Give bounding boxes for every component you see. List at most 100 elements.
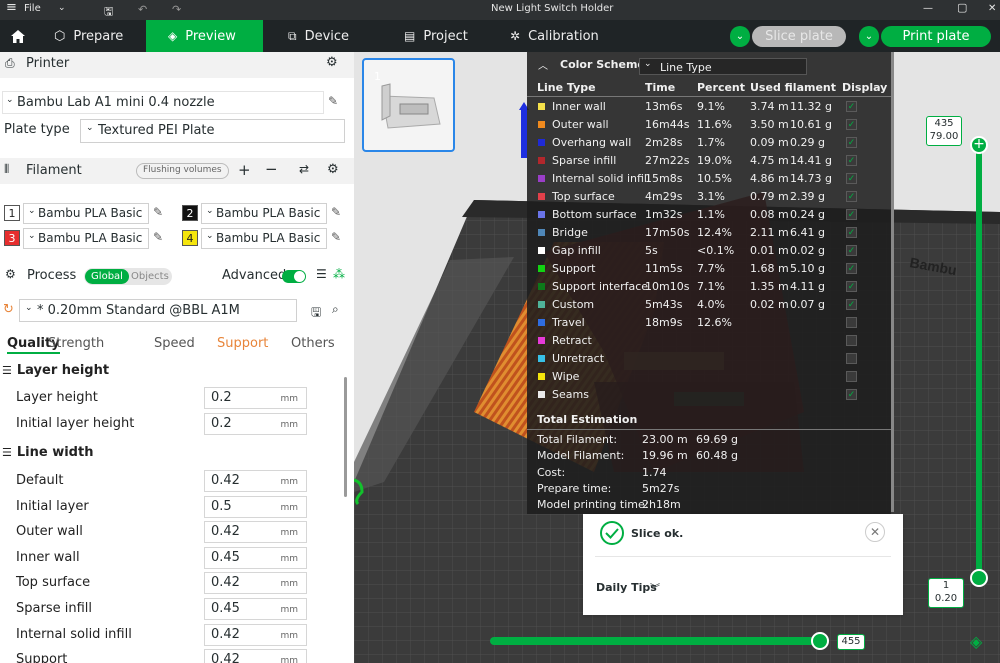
filament-slot-number[interactable]: 3 (4, 230, 20, 246)
print-plate-button[interactable]: Print plate (881, 26, 991, 47)
display-checkbox[interactable] (846, 353, 857, 364)
process-tabs: Quality Strength Speed Support Others (0, 332, 354, 356)
remove-filament-icon[interactable]: − (265, 160, 278, 178)
layer-slider-top-handle[interactable]: + (970, 136, 988, 154)
edit-icon[interactable]: ✎ (153, 205, 163, 219)
slice-options-button[interactable]: ⌄ (730, 26, 750, 47)
param-input[interactable]: 0.42 mm (204, 521, 307, 544)
objects-option[interactable]: Objects (131, 269, 169, 284)
process-tab[interactable]: Others (291, 336, 335, 351)
filament-slot-number[interactable]: 1 (4, 205, 20, 221)
process-tab[interactable]: Speed (154, 336, 195, 351)
layers-toggle-icon[interactable]: ◈ (970, 632, 982, 651)
close-icon[interactable]: ✕ (865, 522, 885, 542)
collapse-icon[interactable]: ︿ (538, 57, 548, 72)
display-checkbox[interactable]: ✓ (846, 191, 857, 202)
file-menu[interactable]: File (24, 3, 41, 14)
display-checkbox[interactable]: ✓ (846, 209, 857, 220)
move-slider[interactable] (490, 637, 824, 645)
filament-settings-icon[interactable]: ⚙ (327, 162, 339, 177)
display-checkbox[interactable]: ✓ (846, 227, 857, 238)
home-tab[interactable] (0, 20, 30, 52)
tab-device[interactable]: ⧉ Device (278, 20, 378, 52)
display-checkbox[interactable]: ✓ (846, 173, 857, 184)
process-tab[interactable]: Strength (48, 336, 104, 351)
layer-slider[interactable] (976, 142, 982, 582)
display-checkbox[interactable]: ✓ (846, 101, 857, 112)
layer-slider-bottom-handle[interactable] (970, 569, 988, 587)
display-checkbox[interactable]: ✓ (846, 155, 857, 166)
display-checkbox[interactable]: ✓ (846, 119, 857, 130)
add-filament-icon[interactable]: + (238, 161, 251, 179)
param-input[interactable]: 0.45 mm (204, 546, 307, 569)
edit-icon[interactable]: ✎ (328, 94, 338, 108)
tab-preview[interactable]: ◈ Preview (146, 20, 263, 52)
filament-select[interactable]: ⌄ Bambu PLA Basic (23, 203, 149, 224)
close-window-icon[interactable]: ✕ (988, 3, 996, 14)
display-checkbox[interactable]: ✓ (846, 245, 857, 256)
daily-tips-toggle[interactable]: Daily Tips (596, 581, 657, 594)
search-icon[interactable]: ⌕ (332, 302, 339, 317)
tune-icon[interactable]: ⁂ (333, 267, 345, 281)
tab-project[interactable]: ▤ Project (394, 20, 494, 52)
save-preset-icon[interactable]: 🖫 (311, 303, 321, 324)
filament-select[interactable]: ⌄ Bambu PLA Basic (23, 228, 149, 249)
display-checkbox[interactable]: ✓ (846, 389, 857, 400)
undo-icon[interactable]: ↶ (138, 3, 147, 16)
param-input[interactable]: 0.2 mm (204, 387, 307, 409)
edit-icon[interactable]: ✎ (331, 230, 341, 244)
tab-prepare[interactable]: ⬡ Prepare (44, 20, 144, 52)
display-checkbox[interactable]: ✓ (846, 263, 857, 274)
color-scheme-select[interactable]: ⌄ Line Type (639, 58, 807, 75)
param-input[interactable]: 0.45 mm (204, 598, 307, 620)
printer-select[interactable]: ⌄ Bambu Lab A1 mini 0.4 nozzle (2, 91, 324, 114)
chevron-down-icon[interactable]: ︾ (650, 580, 660, 595)
display-checkbox[interactable] (846, 335, 857, 346)
compare-icon[interactable]: ☰ (316, 267, 327, 281)
param-input[interactable]: 0.5 mm (204, 495, 307, 518)
filament-slot-number[interactable]: 2 (182, 205, 198, 221)
display-checkbox[interactable] (846, 317, 857, 328)
filament-select[interactable]: ⌄ Bambu PLA Basic (201, 228, 327, 249)
reset-icon[interactable]: ↻ (3, 302, 14, 317)
minimize-icon[interactable]: — (923, 3, 933, 14)
param-input[interactable]: 0.42 mm (204, 572, 307, 595)
flushing-volumes-button[interactable]: Flushing volumes (136, 163, 229, 179)
param-input[interactable]: 0.42 mm (204, 623, 307, 646)
legend-scrollbar[interactable] (891, 52, 894, 512)
tab-calibration[interactable]: ✲ Calibration (500, 20, 620, 52)
global-option[interactable]: Global (85, 269, 129, 284)
maximize-icon[interactable]: ▢ (957, 1, 967, 14)
edit-icon[interactable]: ✎ (153, 230, 163, 244)
filament-slot-number[interactable]: 4 (182, 230, 198, 246)
process-preset-select[interactable]: ⌄ * 0.20mm Standard @BBL A1M (19, 299, 297, 322)
sync-filament-icon[interactable]: ⇄ (299, 162, 309, 176)
global-objects-toggle[interactable]: Global Objects (84, 268, 172, 285)
redo-icon[interactable]: ↷ (172, 3, 181, 16)
edit-icon[interactable]: ✎ (331, 205, 341, 219)
param-input[interactable]: 0.2 mm (204, 413, 307, 435)
hamburger-menu-icon[interactable]: ≡ (6, 0, 17, 15)
line-type-swatch (538, 211, 545, 218)
total-label: Cost: (537, 465, 566, 479)
sidebar-scrollbar[interactable] (344, 377, 347, 497)
slice-plate-button[interactable]: Slice plate (752, 26, 846, 47)
chevron-down-icon: ⌄ (28, 206, 36, 216)
param-input[interactable]: 0.42 mm (204, 649, 307, 663)
display-checkbox[interactable] (846, 371, 857, 382)
param-input[interactable]: 0.42 mm (204, 470, 307, 492)
advanced-switch[interactable] (282, 270, 306, 283)
display-checkbox[interactable]: ✓ (846, 281, 857, 292)
display-checkbox[interactable]: ✓ (846, 299, 857, 310)
display-checkbox[interactable]: ✓ (846, 137, 857, 148)
settings-icon[interactable]: ⚙ (326, 55, 338, 70)
print-options-button[interactable]: ⌄ (859, 26, 879, 47)
filament-select[interactable]: ⌄ Bambu PLA Basic (201, 203, 327, 224)
legend-percent: 1.1% (697, 208, 725, 221)
legend-time: 18m9s (645, 316, 683, 329)
chevron-down-icon[interactable]: ⌄ (58, 3, 66, 13)
process-tab[interactable]: Support (217, 336, 268, 351)
move-slider-handle[interactable] (811, 632, 829, 650)
plate-type-select[interactable]: ⌄ Textured PEI Plate (80, 119, 345, 143)
plate-thumbnail[interactable]: 1 (362, 58, 455, 152)
